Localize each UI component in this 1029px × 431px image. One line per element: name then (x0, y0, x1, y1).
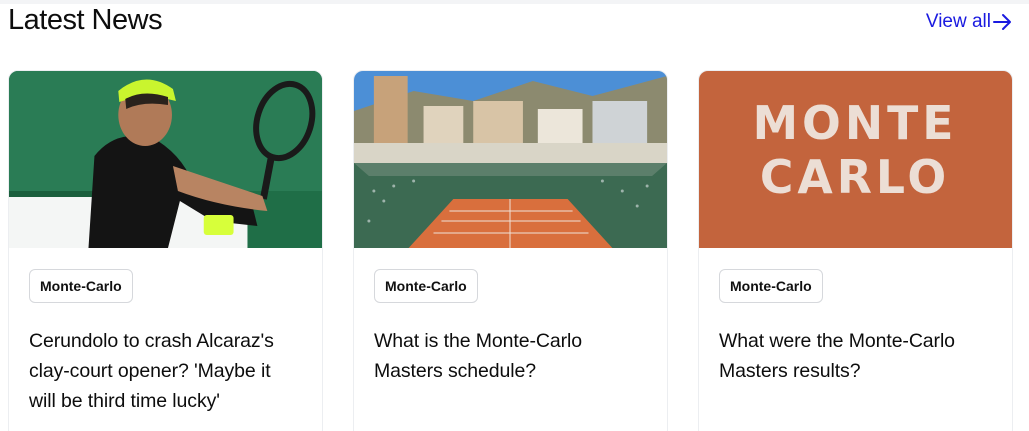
image-word-monte: MONTE (753, 96, 958, 150)
news-card-body: Monte-Carlo What were the Monte-Carlo Ma… (699, 248, 1012, 386)
news-card-body: Monte-Carlo Cerundolo to crash Alcaraz's… (9, 248, 322, 416)
latest-news-page: Latest News View all Monte-Carlo Cerundo… (0, 0, 1029, 431)
news-card[interactable]: Monte-Carlo Cerundolo to crash Alcaraz's… (8, 70, 323, 431)
clay-lettering-photo: MONTE CARLO (699, 71, 1012, 248)
player-photo (9, 71, 322, 248)
section-header: Latest News View all (8, 0, 1013, 44)
view-all-label: View all (925, 11, 991, 32)
news-card-image: MONTE CARLO (699, 71, 1012, 248)
category-tag[interactable]: Monte-Carlo (719, 269, 823, 303)
news-card[interactable]: Monte-Carlo What is the Monte-Carlo Mast… (353, 70, 668, 431)
news-card-image (354, 71, 667, 248)
category-tag[interactable]: Monte-Carlo (29, 269, 133, 303)
view-all-link[interactable]: View all (926, 11, 1013, 33)
news-card[interactable]: MONTE CARLO Monte-Carlo What were the Mo… (698, 70, 1013, 431)
news-card-image (9, 71, 322, 248)
news-headline[interactable]: What is the Monte-Carlo Masters schedule… (374, 326, 647, 386)
stadium-photo (354, 71, 667, 248)
arrow-right-icon (993, 14, 1011, 30)
news-cards: Monte-Carlo Cerundolo to crash Alcaraz's… (8, 70, 1014, 431)
news-card-body: Monte-Carlo What is the Monte-Carlo Mast… (354, 248, 667, 386)
image-word-carlo: CARLO (760, 150, 950, 204)
category-tag[interactable]: Monte-Carlo (374, 269, 478, 303)
news-headline[interactable]: Cerundolo to crash Alcaraz's clay-court … (29, 326, 302, 416)
news-headline[interactable]: What were the Monte-Carlo Masters result… (719, 326, 992, 386)
section-title: Latest News (8, 3, 163, 36)
